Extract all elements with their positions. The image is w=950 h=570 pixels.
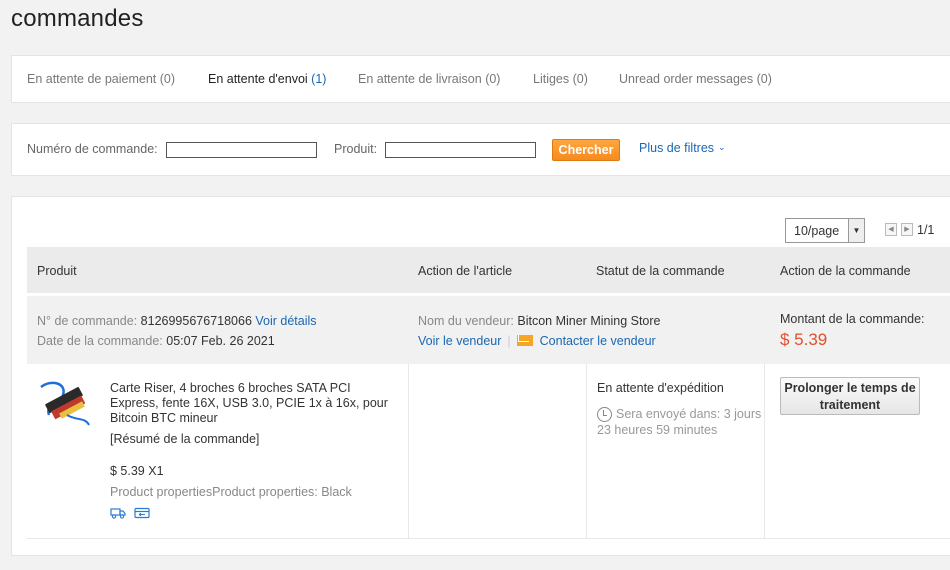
product-price-quantity: $ 5.39 X1 — [110, 464, 164, 478]
orders-panel: 10/page ▼ ◀ ▶ 1/1 Produit Action de l'ar… — [11, 196, 950, 556]
order-date: Date de la commande: 05:07 Feb. 26 2021 — [37, 334, 275, 348]
tab-label: Litiges — [533, 72, 570, 86]
order-status: En attente d'expédition — [597, 381, 724, 395]
view-seller-link[interactable]: Voir le vendeur — [418, 334, 501, 348]
order-amount-label: Montant de la commande: — [780, 312, 925, 326]
tab-disputes[interactable]: Litiges (0) — [533, 72, 588, 86]
tab-label: En attente de livraison — [358, 72, 482, 86]
tab-count: (0) — [756, 72, 772, 86]
tab-count: (0) — [159, 72, 176, 86]
column-divider — [764, 364, 765, 538]
page-title: commandes — [11, 5, 144, 32]
header-item-action: Action de l'article — [418, 264, 513, 278]
more-filters-label: Plus de filtres — [639, 141, 715, 155]
view-details-link[interactable]: Voir détails — [255, 314, 316, 328]
filter-bar: Numéro de commande: Produit: Chercher Pl… — [11, 123, 950, 176]
tab-count: (0) — [572, 72, 588, 86]
tab-count: (0) — [485, 72, 501, 86]
order-date-value: 05:07 Feb. 26 2021 — [166, 334, 275, 348]
per-page-value: 10/page — [794, 224, 840, 238]
table-row: Carte Riser, 4 broches 6 broches SATA PC… — [27, 364, 950, 539]
prev-page-button[interactable]: ◀ — [885, 223, 897, 236]
order-number-label: Numéro de commande: — [27, 142, 158, 156]
tab-count: (1) — [311, 72, 327, 86]
next-page-button[interactable]: ▶ — [901, 223, 913, 236]
tab-awaiting-shipment[interactable]: En attente d'envoi (1) — [208, 72, 326, 86]
order-status-tabs: En attente de paiement (0) En attente d'… — [11, 55, 950, 103]
tab-label: En attente de paiement — [27, 72, 157, 86]
seller-actions: Voir le vendeur | Contacter le vendeur — [418, 334, 656, 348]
product-title[interactable]: Carte Riser, 4 broches 6 broches SATA PC… — [110, 381, 400, 426]
seller-name: Nom du vendeur: Bitcon Miner Mining Stor… — [418, 314, 661, 328]
search-button[interactable]: Chercher — [552, 139, 620, 161]
per-page-select[interactable]: 10/page ▼ — [785, 218, 865, 243]
return-card-icon — [134, 507, 150, 519]
tab-label: Unread order messages — [619, 72, 754, 86]
chevron-down-icon: ⌄ — [718, 142, 726, 152]
header-product: Produit — [37, 264, 77, 278]
seller-value: Bitcon Miner Mining Store — [517, 314, 661, 328]
tab-unread-messages[interactable]: Unread order messages (0) — [619, 72, 772, 86]
contact-seller-link[interactable]: Contacter le vendeur — [540, 334, 656, 348]
table-header: Produit Action de l'article Statut de la… — [27, 247, 950, 293]
seller-label: Nom du vendeur: — [418, 314, 514, 328]
extend-processing-time-button[interactable]: Prolonger le temps de traitement — [780, 377, 920, 415]
product-input[interactable] — [385, 142, 536, 158]
tab-awaiting-delivery[interactable]: En attente de livraison (0) — [358, 72, 500, 86]
order-number: N° de commande: 8126995676718066 Voir dé… — [37, 314, 317, 328]
order-date-label: Date de la commande: — [37, 334, 163, 348]
header-order-action: Action de la commande — [780, 264, 911, 278]
more-filters-link[interactable]: Plus de filtres ⌄ — [639, 141, 726, 155]
mail-icon — [516, 335, 533, 346]
order-number-input[interactable] — [166, 142, 317, 158]
header-order-status: Statut de la commande — [596, 264, 725, 278]
order-amount: $ 5.39 — [780, 330, 828, 349]
separator: | — [507, 334, 511, 348]
column-divider — [408, 364, 409, 538]
shipping-truck-icon — [110, 508, 126, 519]
tab-awaiting-payment[interactable]: En attente de paiement (0) — [27, 72, 175, 86]
chevron-down-icon: ▼ — [848, 219, 864, 242]
column-divider — [586, 364, 587, 538]
order-number-label: N° de commande: — [37, 314, 138, 328]
product-label: Produit: — [334, 142, 378, 156]
amount-label: Montant de la commande: — [780, 312, 925, 326]
shipping-countdown: Sera envoyé dans: 3 jours 23 heures 59 m… — [597, 407, 762, 437]
tab-label: En attente d'envoi — [208, 72, 308, 86]
product-thumbnail[interactable] — [37, 377, 93, 429]
order-number-value: 8126995676718066 — [140, 314, 252, 328]
product-properties: Product propertiesProduct properties: Bl… — [110, 485, 352, 499]
page-indicator: 1/1 — [917, 223, 935, 237]
order-summary-link[interactable]: [Résumé de la commande] — [110, 432, 259, 446]
